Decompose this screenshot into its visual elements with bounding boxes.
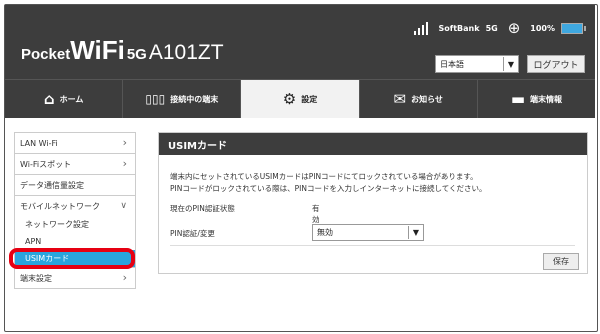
pin-status-value: 有効 (312, 204, 320, 224)
sidebar-item-lan-wifi[interactable]: LAN Wi-Fi › (14, 132, 136, 153)
sidebar-item-wifi-spot[interactable]: Wi-Fiスポット › (14, 153, 136, 174)
tab-device-info[interactable]: ▬ 端末情報 (478, 80, 595, 118)
chevron-down-icon: ▼ (503, 57, 518, 71)
pin-change-value: 無効 (317, 228, 333, 237)
tab-devices-label: 接続中の端末 (170, 94, 219, 104)
tab-notices-label: お知らせ (411, 94, 443, 104)
chevron-right-icon: › (122, 136, 127, 149)
chevron-right-icon: › (122, 157, 127, 170)
sidebar-item-network-settings[interactable]: ネットワーク設定 (14, 216, 136, 233)
logo-pocket: Pocket (21, 46, 71, 63)
selection-highlight (9, 248, 135, 269)
sidebar-item-label: ネットワーク設定 (25, 220, 89, 229)
description-line-1: 端末内にセットされているUSIMカードはPINコードにてロックされている場合があ… (170, 172, 478, 181)
network-type: 5G (485, 23, 498, 33)
description-line-2: PINコードがロックされている際は、PINコードを入力しインターネットに接続して… (170, 184, 487, 193)
model-name: A101ZT (148, 41, 224, 64)
pin-status-label: 現在のPIN認証状態 (170, 204, 235, 213)
battery-icon (561, 22, 586, 34)
home-icon: ⌂ (43, 89, 55, 108)
panel-title: USIMカード (159, 133, 587, 155)
tab-notices[interactable]: ✉ お知らせ (360, 80, 478, 118)
gear-icon: ⚙ (282, 89, 297, 108)
device-info-icon: ▬ (510, 89, 525, 108)
envelope-icon: ✉ (393, 89, 407, 108)
tab-home[interactable]: ⌂ ホーム (5, 80, 124, 118)
sidebar-item-label: LAN Wi-Fi (20, 138, 58, 148)
logo: PocketWiFi 5GA101ZT (21, 35, 224, 66)
chevron-down-icon: ∨ (120, 201, 127, 211)
sidebar-item-label: データ通信量設定 (20, 180, 84, 190)
language-select[interactable]: 日本語 ▼ (435, 55, 519, 73)
tab-settings[interactable]: ⚙ 設定 (241, 80, 360, 118)
chevron-right-icon: › (122, 271, 127, 284)
language-value: 日本語 (440, 59, 464, 69)
usim-panel: USIMカード 端末内にセットされているUSIMカードはPINコードにてロックさ… (158, 132, 588, 274)
status-bar: SoftBank 5G ⊕ 100% (414, 19, 586, 37)
save-button[interactable]: 保存 (543, 253, 579, 270)
battery-percent: 100% (530, 23, 555, 33)
logo-5g: 5G (126, 46, 147, 63)
carrier-label: SoftBank (438, 23, 480, 33)
pin-change-select[interactable]: 無効 ▼ (312, 224, 424, 241)
signal-icon (414, 21, 432, 35)
header: PocketWiFi 5GA101ZT SoftBank 5G ⊕ 100% 日本… (5, 5, 595, 79)
sidebar-item-label: Wi-Fiスポット (20, 159, 72, 169)
logout-button[interactable]: ログアウト (527, 55, 585, 73)
globe-icon: ⊕ (507, 19, 521, 37)
chevron-down-icon: ▼ (408, 226, 423, 239)
sidebar-item-mobile-network[interactable]: モバイルネットワーク ∨ (14, 195, 136, 216)
logo-wifi: WiFi (70, 35, 125, 65)
tab-settings-label: 設定 (301, 94, 318, 104)
sidebar-item-label: モバイルネットワーク (20, 201, 100, 211)
divider (170, 245, 575, 246)
main-tabs: ⌂ ホーム ▯▯▯ 接続中の端末 ⚙ 設定 ✉ お知らせ ▬ 端末情報 (5, 79, 595, 118)
pin-change-label: PIN認証/変更 (170, 229, 215, 238)
tab-devices[interactable]: ▯▯▯ 接続中の端末 (123, 80, 242, 118)
tab-device-info-label: 端末情報 (530, 94, 562, 104)
sidebar-item-data-usage[interactable]: データ通信量設定 (14, 174, 136, 195)
tab-home-label: ホーム (59, 94, 84, 104)
devices-icon: ▯▯▯ (145, 92, 166, 106)
sidebar-item-label: APN (25, 237, 42, 246)
panel-description: 端末内にセットされているUSIMカードはPINコードにてロックされている場合があ… (170, 171, 487, 195)
sidebar-item-label: 端末設定 (20, 273, 52, 283)
sidebar-item-device-settings[interactable]: 端末設定 › (14, 267, 136, 289)
